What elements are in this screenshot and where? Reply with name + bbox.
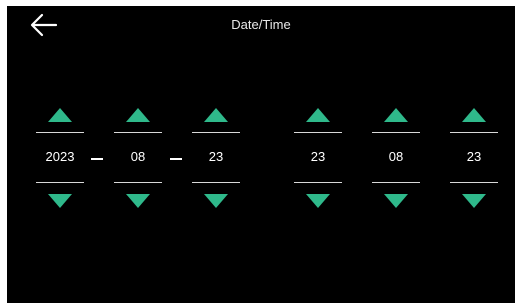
hour-decrement-button[interactable] (306, 194, 330, 208)
triangle-down-icon (204, 194, 228, 208)
divider (114, 132, 162, 133)
divider (114, 182, 162, 183)
triangle-down-icon (384, 194, 408, 208)
year-decrement-button[interactable] (48, 194, 72, 208)
second-decrement-button[interactable] (462, 194, 486, 208)
minute-value: 08 (388, 149, 404, 164)
date-separator (91, 158, 103, 160)
divider (36, 132, 84, 133)
year-spinner: 2023 (36, 106, 84, 211)
hour-increment-button[interactable] (306, 108, 330, 122)
divider (450, 132, 498, 133)
year-value: 2023 (45, 149, 75, 164)
day-value: 23 (208, 149, 224, 164)
year-increment-button[interactable] (48, 108, 72, 122)
second-value: 23 (466, 149, 482, 164)
triangle-down-icon (306, 194, 330, 208)
minute-spinner: 08 (372, 106, 420, 211)
triangle-up-icon (384, 108, 408, 122)
triangle-up-icon (462, 108, 486, 122)
day-increment-button[interactable] (204, 108, 228, 122)
triangle-down-icon (48, 194, 72, 208)
divider (192, 182, 240, 183)
triangle-down-icon (126, 194, 150, 208)
date-time-screen: Date/Time 2023 08 23 23 08 23 (7, 6, 515, 303)
triangle-up-icon (306, 108, 330, 122)
month-spinner: 08 (114, 106, 162, 211)
hour-value: 23 (310, 149, 326, 164)
page-title: Date/Time (231, 17, 291, 32)
divider (372, 132, 420, 133)
triangle-up-icon (126, 108, 150, 122)
minute-decrement-button[interactable] (384, 194, 408, 208)
triangle-up-icon (48, 108, 72, 122)
hour-spinner: 23 (294, 106, 342, 211)
month-decrement-button[interactable] (126, 194, 150, 208)
day-decrement-button[interactable] (204, 194, 228, 208)
minute-increment-button[interactable] (384, 108, 408, 122)
divider (294, 182, 342, 183)
triangle-down-icon (462, 194, 486, 208)
month-value: 08 (130, 149, 146, 164)
second-spinner: 23 (450, 106, 498, 211)
divider (450, 182, 498, 183)
triangle-up-icon (204, 108, 228, 122)
month-increment-button[interactable] (126, 108, 150, 122)
divider (36, 182, 84, 183)
divider (192, 132, 240, 133)
divider (372, 182, 420, 183)
day-spinner: 23 (192, 106, 240, 211)
second-increment-button[interactable] (462, 108, 486, 122)
divider (294, 132, 342, 133)
date-separator (170, 158, 182, 160)
